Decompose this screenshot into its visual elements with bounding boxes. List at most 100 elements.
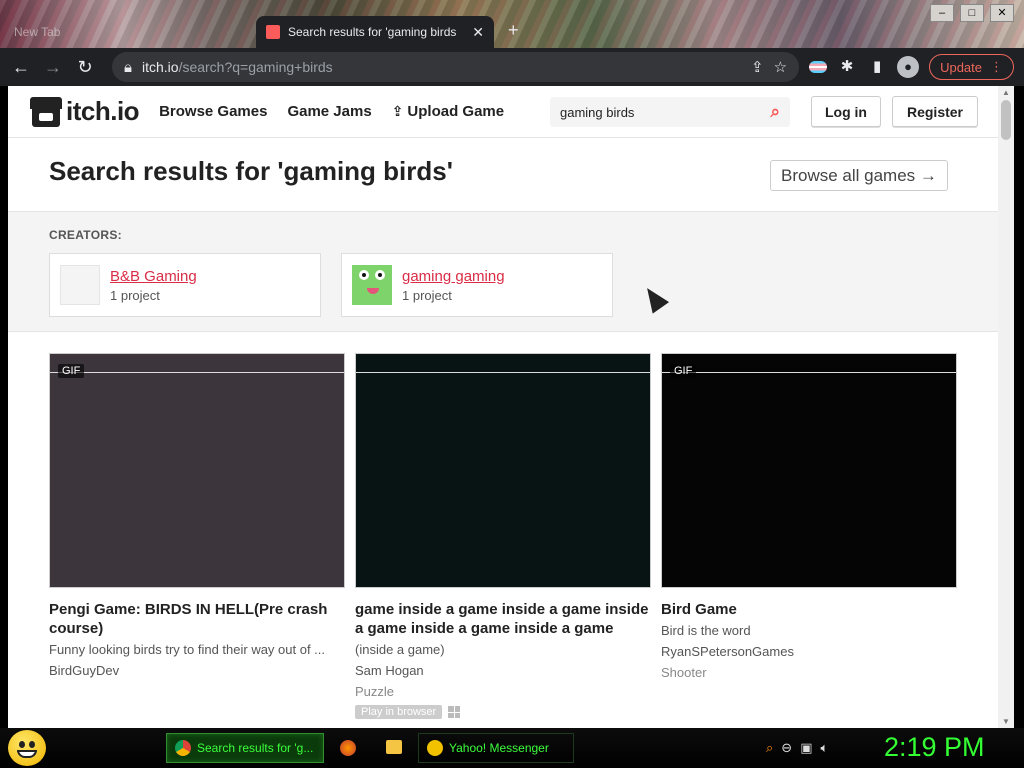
login-button[interactable]: Log in <box>811 96 881 127</box>
browser-tab-strip: New Tab Search results for 'gaming birds… <box>0 0 1024 48</box>
back-arrow-icon[interactable]: ← <box>10 56 32 78</box>
game-genre: Shooter <box>661 665 707 680</box>
reload-icon[interactable]: ↻ <box>74 56 96 78</box>
creator-name-link[interactable]: gaming gaming <box>402 268 505 285</box>
game-thumbnail[interactable] <box>355 353 651 588</box>
page-title: Search results for 'gaming birds' <box>49 156 453 186</box>
address-bar[interactable]: 🔒︎ itch.io/search?q=gaming+birds ⇪ ☆ <box>112 52 800 82</box>
windows-icon <box>448 706 461 718</box>
url-text[interactable]: itch.io/search?q=gaming+birds <box>142 59 333 75</box>
yahoo-messenger-icon <box>427 740 443 756</box>
tab-close-icon[interactable]: ✕ <box>472 24 484 41</box>
browser-toolbar: ← → ↻ 🔒︎ itch.io/search?q=gaming+birds ⇪… <box>0 48 1024 86</box>
game-description: (inside a game) <box>355 642 445 657</box>
nav-browse-games[interactable]: Browse Games <box>159 103 267 120</box>
taskbar-item-chrome[interactable]: Search results for 'g... <box>166 733 324 763</box>
register-button[interactable]: Register <box>892 96 978 127</box>
upload-label: Upload Game <box>407 103 505 120</box>
more-menu-icon: ⋮ <box>990 59 1003 74</box>
page-viewport: itch.io Browse Games Game Jams ⇪ Upload G… <box>8 86 1014 728</box>
new-tab-button[interactable]: + <box>508 20 519 41</box>
results-header: Search results for 'gaming birds' Browse… <box>8 138 998 212</box>
game-card[interactable]: GIF Bird Game Bird is the word RyanSPete… <box>661 353 957 680</box>
game-card[interactable]: game inside a game inside a game inside … <box>355 353 651 719</box>
profile-avatar-icon[interactable]: ● <box>897 56 920 78</box>
play-in-browser-badge: Play in browser <box>355 705 443 719</box>
update-label: Update <box>940 59 982 75</box>
tab-search-results[interactable]: Search results for 'gaming birds ✕ <box>256 16 494 48</box>
creator-project-count: 1 project <box>110 287 160 303</box>
search-icon[interactable]: ⌕ <box>770 102 780 122</box>
system-tray: ⌕ ⊖ ▣ 🔈︎ <box>766 740 828 756</box>
maximize-button[interactable]: □ <box>960 4 984 22</box>
extensions-puzzle-icon[interactable]: ✱ <box>837 57 857 77</box>
tray-search-icon[interactable]: ⌕ <box>766 740 773 756</box>
tab-title: Search results for 'gaming birds <box>288 25 457 39</box>
tab-new-tab[interactable]: New Tab <box>14 20 254 44</box>
game-genre: Puzzle <box>355 684 395 699</box>
game-title-link[interactable]: game inside a game inside a game inside … <box>355 600 651 638</box>
logo-text: itch.io <box>66 96 140 126</box>
creator-card[interactable]: B&B Gaming 1 project <box>49 253 321 317</box>
bookmark-star-icon[interactable]: ☆ <box>774 58 787 76</box>
itchio-logo-icon <box>30 96 62 127</box>
taskbar-item-label: Search results for 'g... <box>197 741 314 755</box>
platform-row: Play in browser <box>355 705 651 719</box>
creator-avatar <box>60 265 100 305</box>
share-icon[interactable]: ⇪ <box>751 58 764 76</box>
frog-avatar-icon <box>352 265 392 305</box>
nav-game-jams[interactable]: Game Jams <box>287 103 371 120</box>
game-thumbnail[interactable]: GIF <box>661 353 957 588</box>
lock-icon[interactable]: 🔒︎ <box>124 59 132 76</box>
url-path: /search?q=gaming+birds <box>178 59 333 75</box>
taskbar: Search results for 'g... Yahoo! Messenge… <box>0 728 1024 768</box>
tab-label: New Tab <box>14 25 61 39</box>
itchio-favicon-icon <box>266 25 280 39</box>
chrome-icon <box>175 740 191 756</box>
game-title-link[interactable]: Bird Game <box>661 600 957 619</box>
upload-icon: ⇪ <box>391 103 404 119</box>
page-scrollbar[interactable]: ▲ ▼ <box>998 86 1014 728</box>
game-author-link[interactable]: RyanSPetersonGames <box>661 644 957 659</box>
game-thumbnail[interactable]: GIF <box>49 353 345 588</box>
creator-card[interactable]: gaming gaming 1 project <box>341 253 613 317</box>
browse-all-games-button[interactable]: Browse all games → <box>770 160 948 191</box>
start-smiley-icon[interactable] <box>8 730 46 766</box>
site-header: itch.io Browse Games Game Jams ⇪ Upload G… <box>8 86 998 138</box>
itchio-logo[interactable]: itch.io <box>30 96 140 127</box>
taskbar-item-yahoo[interactable]: Yahoo! Messenger <box>418 733 574 763</box>
search-input[interactable]: gaming birds ⌕ <box>550 97 790 127</box>
minimize-button[interactable]: – <box>930 4 954 22</box>
gif-badge: GIF <box>670 364 697 378</box>
firefox-icon[interactable] <box>340 740 356 756</box>
update-button[interactable]: Update ⋮ <box>929 54 1014 80</box>
creators-section: CREATORS: B&B Gaming 1 project gaming ga… <box>8 212 998 332</box>
game-description: Funny looking birds try to find their wa… <box>49 642 326 657</box>
game-description: Bird is the word <box>661 623 751 638</box>
gif-badge: GIF <box>58 364 85 378</box>
network-icon[interactable]: ▣ <box>800 740 812 756</box>
creators-label: CREATORS: <box>49 228 122 242</box>
scroll-up-arrow-icon[interactable]: ▲ <box>1001 88 1011 97</box>
side-panel-icon[interactable]: ▮ <box>867 57 887 77</box>
game-author-link[interactable]: BirdGuyDev <box>49 663 345 678</box>
window-controls: – □ ✕ <box>930 4 1014 22</box>
taskbar-clock[interactable]: 2:19 PM <box>884 732 985 763</box>
pride-flag-extension-icon[interactable] <box>809 61 828 73</box>
game-author-link[interactable]: Sam Hogan <box>355 663 651 678</box>
taskbar-item-label: Yahoo! Messenger <box>449 741 549 755</box>
close-window-button[interactable]: ✕ <box>990 4 1014 22</box>
nav-upload-game[interactable]: ⇪ Upload Game <box>392 103 504 120</box>
tray-minus-icon[interactable]: ⊖ <box>781 740 792 756</box>
game-card[interactable]: GIF Pengi Game: BIRDS IN HELL(Pre crash … <box>49 353 345 678</box>
volume-icon[interactable]: 🔈︎ <box>820 740 828 756</box>
url-host: itch.io <box>141 59 179 75</box>
scroll-thumb[interactable] <box>1001 100 1011 140</box>
game-title-link[interactable]: Pengi Game: BIRDS IN HELL(Pre crash cour… <box>49 600 345 638</box>
forward-arrow-icon[interactable]: → <box>42 56 64 78</box>
scroll-down-arrow-icon[interactable]: ▼ <box>1001 717 1011 726</box>
search-value: gaming birds <box>560 104 635 120</box>
creator-project-count: 1 project <box>402 287 452 303</box>
folder-icon[interactable] <box>386 740 402 754</box>
creator-name-link[interactable]: B&B Gaming <box>110 268 197 285</box>
